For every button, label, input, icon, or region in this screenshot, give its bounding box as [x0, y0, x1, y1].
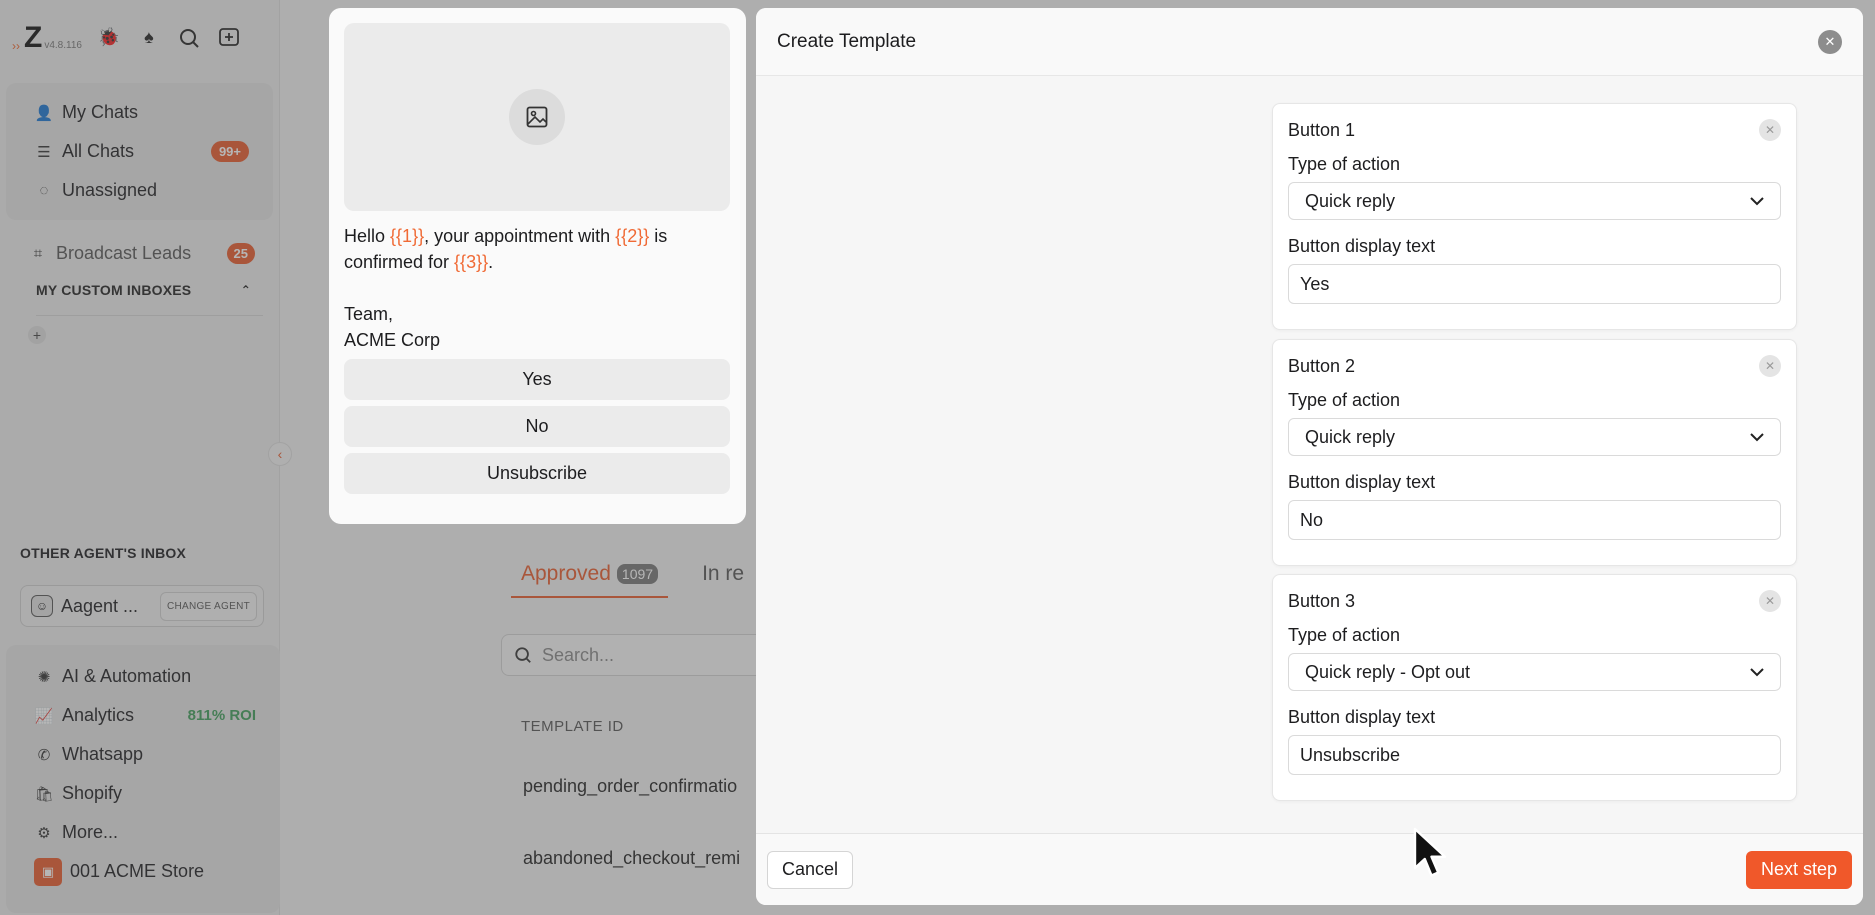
modal-title: Create Template — [777, 30, 917, 52]
message-body: Hello {{1}}, your appointment with {{2}}… — [344, 223, 731, 275]
chevron-down-icon — [1750, 664, 1764, 680]
remove-button-icon[interactable]: ✕ — [1759, 119, 1781, 141]
chevron-down-icon — [1750, 429, 1764, 445]
type-of-action-label: Type of action — [1288, 625, 1401, 645]
message-signature: Team, ACME Corp — [344, 301, 731, 353]
modal-header: Create Template ✕ — [756, 8, 1863, 76]
preview-button-no: No — [344, 406, 730, 447]
message-text: . — [488, 252, 494, 272]
message-text: , your appointment with — [424, 226, 616, 246]
type-of-action-label: Type of action — [1288, 390, 1401, 410]
type-of-action-select[interactable]: Quick reply — [1288, 418, 1781, 456]
message-text: Hello — [344, 226, 391, 246]
card-header: Button 2 ✕ — [1288, 354, 1781, 378]
button-card-3: Button 3 ✕ Type of action Quick reply - … — [1272, 574, 1797, 801]
button-display-text-input[interactable]: No — [1288, 500, 1781, 540]
card-title: Button 1 — [1288, 119, 1356, 140]
variable-3: {{3}} — [454, 252, 489, 272]
type-of-action-select[interactable]: Quick reply — [1288, 182, 1781, 220]
create-template-modal: Create Template ✕ Button 1 ✕ Type of act… — [756, 8, 1863, 905]
chevron-down-icon — [1750, 193, 1764, 209]
select-value: Quick reply — [1305, 190, 1396, 211]
card-header: Button 3 ✕ — [1288, 589, 1781, 613]
button-display-text-label: Button display text — [1288, 236, 1436, 256]
card-title: Button 2 — [1288, 355, 1356, 376]
variable-2: {{2}} — [615, 226, 650, 246]
preview-button-yes: Yes — [344, 359, 730, 400]
type-of-action-select[interactable]: Quick reply - Opt out — [1288, 653, 1781, 691]
card-title: Button 3 — [1288, 590, 1356, 611]
button-display-text-label: Button display text — [1288, 472, 1436, 492]
button-card-2: Button 2 ✕ Type of action Quick reply Bu… — [1272, 339, 1797, 566]
message-preview: Hello {{1}}, your appointment with {{2}}… — [329, 8, 746, 524]
type-of-action-label: Type of action — [1288, 154, 1401, 174]
preview-button-unsubscribe: Unsubscribe — [344, 453, 730, 494]
media-placeholder — [344, 23, 730, 211]
remove-button-icon[interactable]: ✕ — [1759, 355, 1781, 377]
image-icon — [509, 89, 565, 145]
close-icon[interactable]: ✕ — [1818, 29, 1842, 54]
card-header: Button 1 ✕ — [1288, 118, 1781, 142]
select-value: Quick reply — [1305, 426, 1396, 447]
modal-footer: Cancel Next step — [756, 833, 1863, 905]
signature-line: ACME Corp — [344, 330, 441, 350]
signature-line: Team, — [344, 304, 394, 324]
button-card-1: Button 1 ✕ Type of action Quick reply Bu… — [1272, 103, 1797, 330]
cancel-button[interactable]: Cancel — [767, 850, 854, 889]
button-display-text-label: Button display text — [1288, 707, 1436, 727]
button-display-text-input[interactable]: Yes — [1288, 264, 1781, 304]
mouse-cursor-icon — [1413, 827, 1447, 877]
variable-1: {{1}} — [390, 226, 425, 246]
button-display-text-input[interactable]: Unsubscribe — [1288, 735, 1781, 775]
next-step-button[interactable]: Next step — [1745, 850, 1852, 889]
modal-body[interactable]: Button 1 ✕ Type of action Quick reply Bu… — [756, 77, 1863, 833]
remove-button-icon[interactable]: ✕ — [1759, 590, 1781, 612]
select-value: Quick reply - Opt out — [1305, 661, 1471, 682]
